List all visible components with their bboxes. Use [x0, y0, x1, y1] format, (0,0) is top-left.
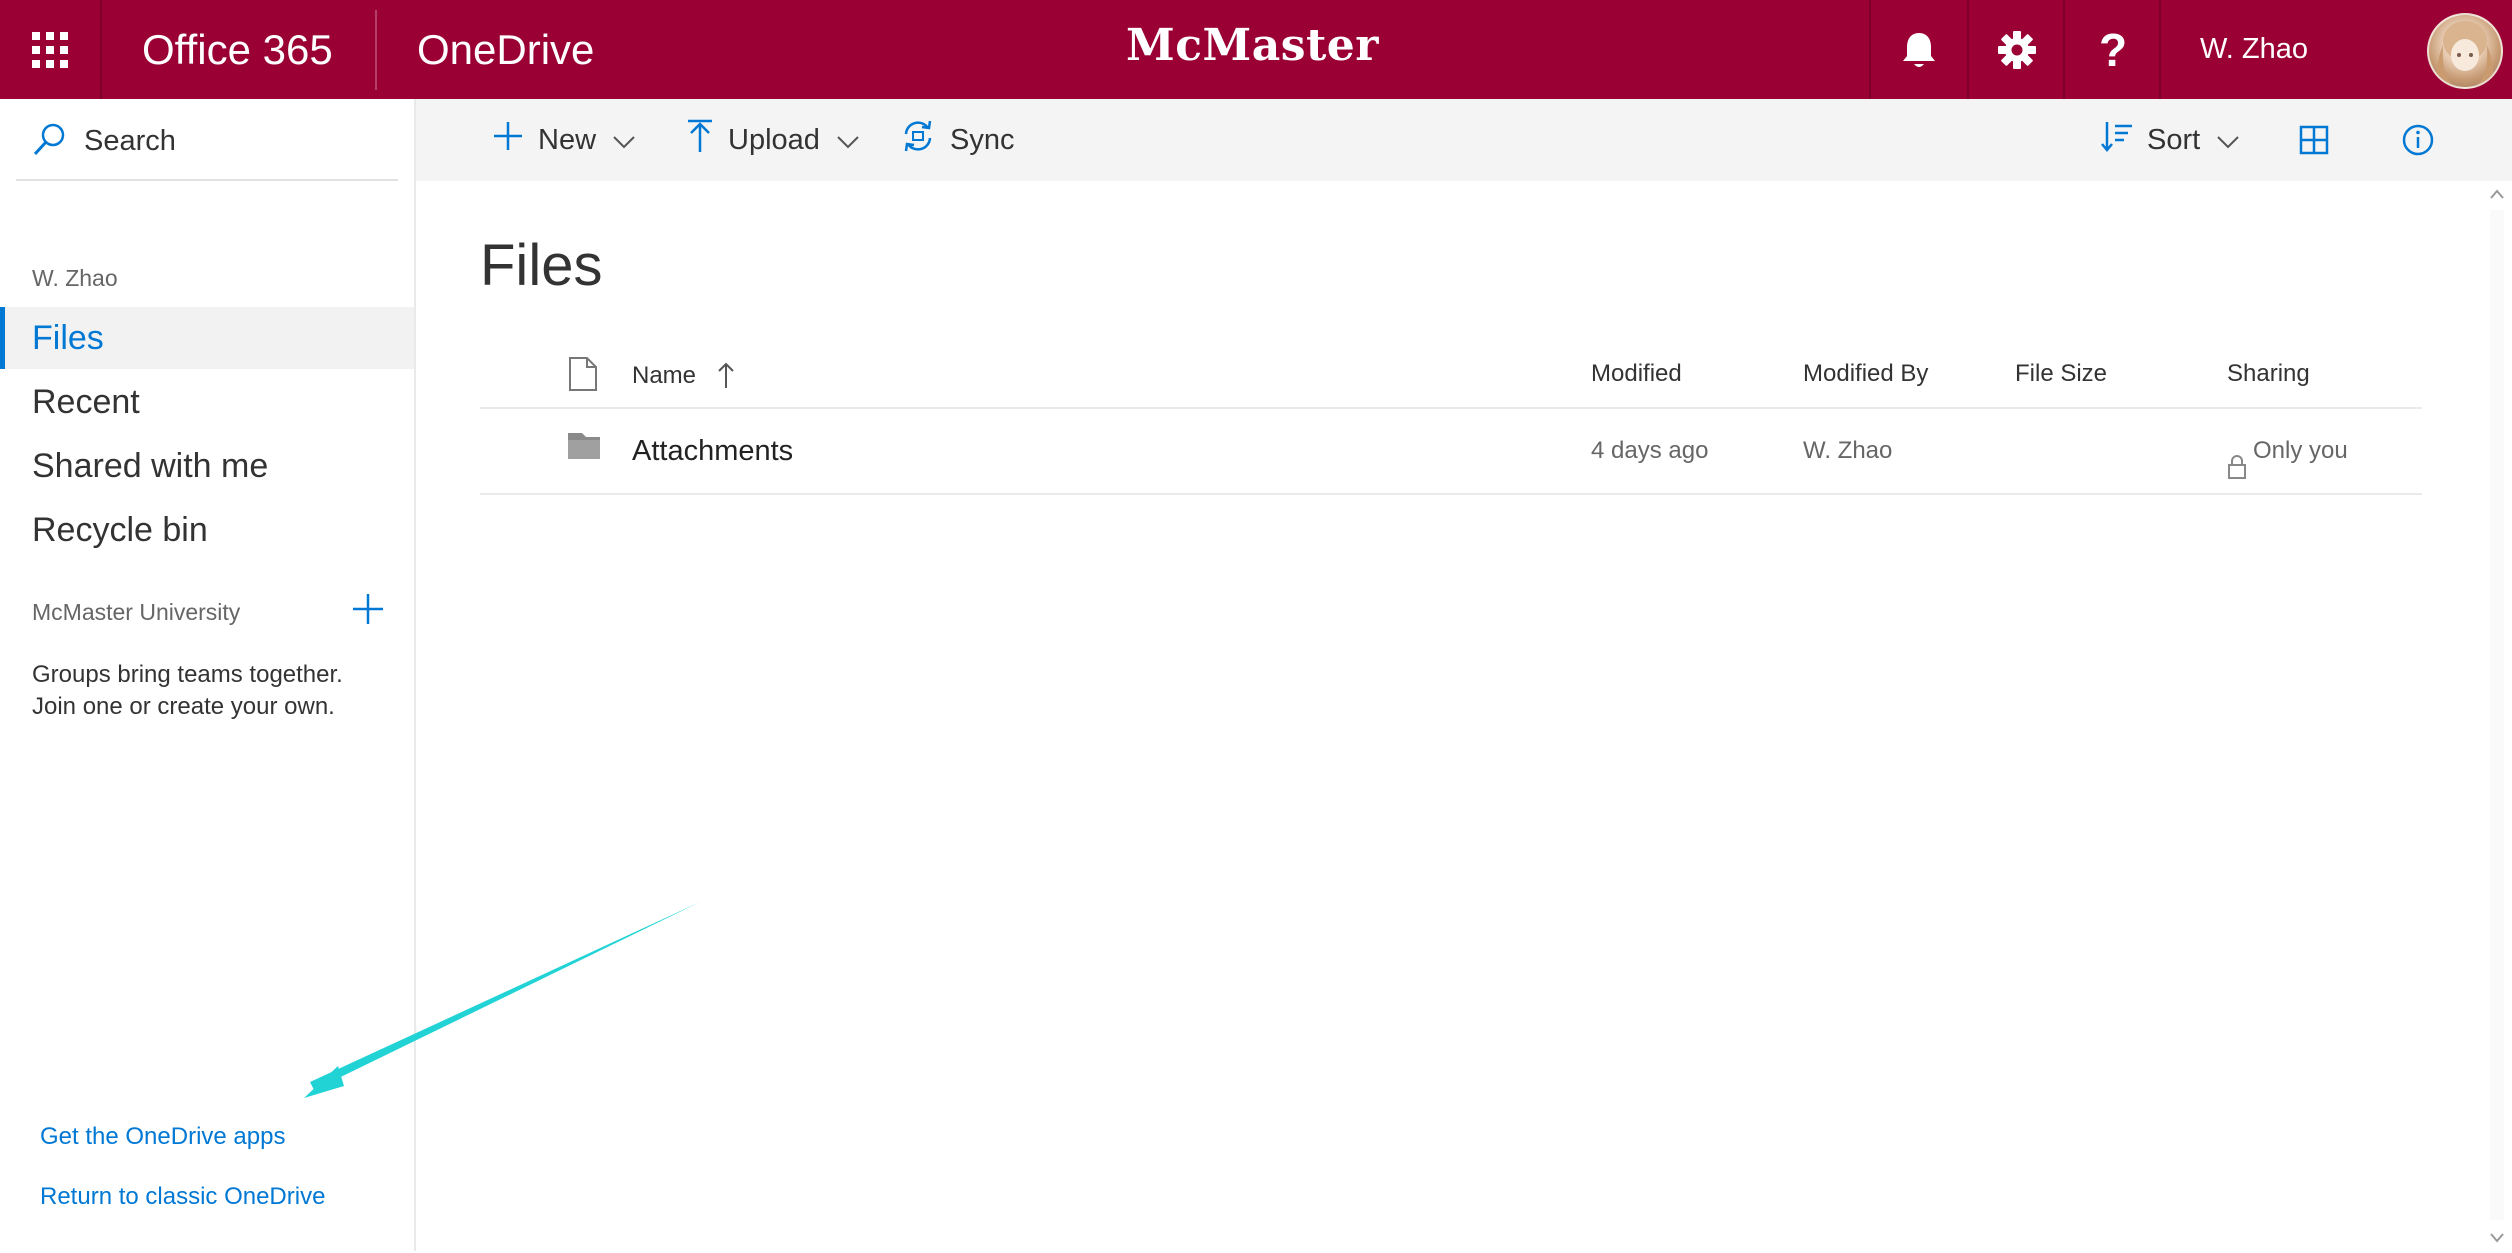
suite-name[interactable]: Office 365 [142, 0, 333, 99]
classic-onedrive-link[interactable]: Return to classic OneDrive [40, 1183, 325, 1211]
search-label: Search [84, 125, 176, 157]
tiles-view-icon[interactable] [2284, 99, 2344, 181]
sharing-status[interactable]: Only you [2227, 409, 2348, 493]
nav-item-recycle-bin[interactable]: Recycle bin [0, 499, 414, 561]
nav-item-recent[interactable]: Recent [0, 371, 414, 433]
nav-item-files[interactable]: Files [0, 307, 414, 369]
plus-icon [492, 120, 524, 160]
org-logo: McMaster University [1124, 20, 1380, 163]
nav-item-shared-with-me[interactable]: Shared with me [0, 435, 414, 497]
bell-icon[interactable] [1871, 0, 1967, 99]
groups-description: Groups bring teams together. Join one or… [32, 661, 343, 720]
table-row[interactable]: Attachments 4 days ago W. Zhao Only you [480, 409, 2422, 495]
upload-icon [686, 118, 714, 162]
divider [2159, 0, 2161, 99]
lock-icon [2227, 431, 2247, 515]
avatar[interactable] [2427, 13, 2503, 89]
column-header-name[interactable]: Name [632, 362, 735, 397]
column-header-sharing[interactable]: Sharing [2227, 360, 2310, 388]
sync-label: Sync [950, 123, 1015, 156]
new-label: New [538, 123, 597, 156]
user-name[interactable]: W. Zhao [2200, 0, 2308, 99]
scrollbar-track[interactable] [2490, 210, 2504, 1220]
add-group-icon[interactable] [350, 591, 386, 627]
column-header-file-size[interactable]: File Size [2015, 360, 2107, 388]
scroll-up-icon[interactable] [2487, 184, 2507, 204]
divider [100, 0, 102, 99]
waffle-icon[interactable] [0, 0, 100, 99]
chevron-down-icon [2216, 124, 2240, 157]
modified-date: 4 days ago [1591, 437, 1709, 464]
sort-label: Sort [2147, 123, 2201, 156]
file-name[interactable]: Attachments [632, 409, 793, 493]
sort-button[interactable]: Sort [2101, 99, 2240, 181]
groups-header: McMaster University [32, 599, 241, 625]
chevron-down-icon [612, 124, 636, 157]
divider [375, 10, 377, 90]
column-name-label: Name [632, 362, 697, 389]
upload-button[interactable]: Upload [686, 99, 860, 181]
column-header-modified[interactable]: Modified [1591, 360, 1682, 388]
sync-icon [900, 118, 936, 162]
info-icon[interactable] [2388, 99, 2448, 181]
nav-owner: W. Zhao [32, 265, 118, 291]
sort-icon [2101, 120, 2133, 160]
folder-icon [568, 433, 600, 463]
file-type-header-icon[interactable] [568, 356, 598, 399]
page-title: Files [480, 233, 603, 298]
left-nav: Search W. Zhao Files Recent Shared with … [0, 99, 416, 1251]
sort-ascending-icon [717, 362, 735, 397]
search-icon [32, 121, 68, 162]
column-header-modified-by[interactable]: Modified By [1803, 360, 1928, 388]
sync-button[interactable]: Sync [900, 99, 1014, 181]
sharing-label: Only you [2253, 437, 2348, 464]
upload-label: Upload [728, 123, 820, 156]
new-button[interactable]: New [492, 99, 636, 181]
chevron-down-icon [836, 124, 860, 157]
modified-by: W. Zhao [1803, 437, 1893, 464]
scroll-down-icon[interactable] [2487, 1228, 2507, 1248]
search-box[interactable]: Search [16, 99, 398, 181]
gear-icon[interactable] [1969, 0, 2065, 99]
top-bar: Office 365 OneDrive McMaster University [0, 0, 2512, 163]
get-apps-link[interactable]: Get the OneDrive apps [40, 1123, 285, 1151]
help-icon[interactable]: ? [2065, 0, 2161, 99]
command-bar: New Upload Sync Sort [416, 99, 2512, 181]
app-name[interactable]: OneDrive [417, 0, 594, 99]
